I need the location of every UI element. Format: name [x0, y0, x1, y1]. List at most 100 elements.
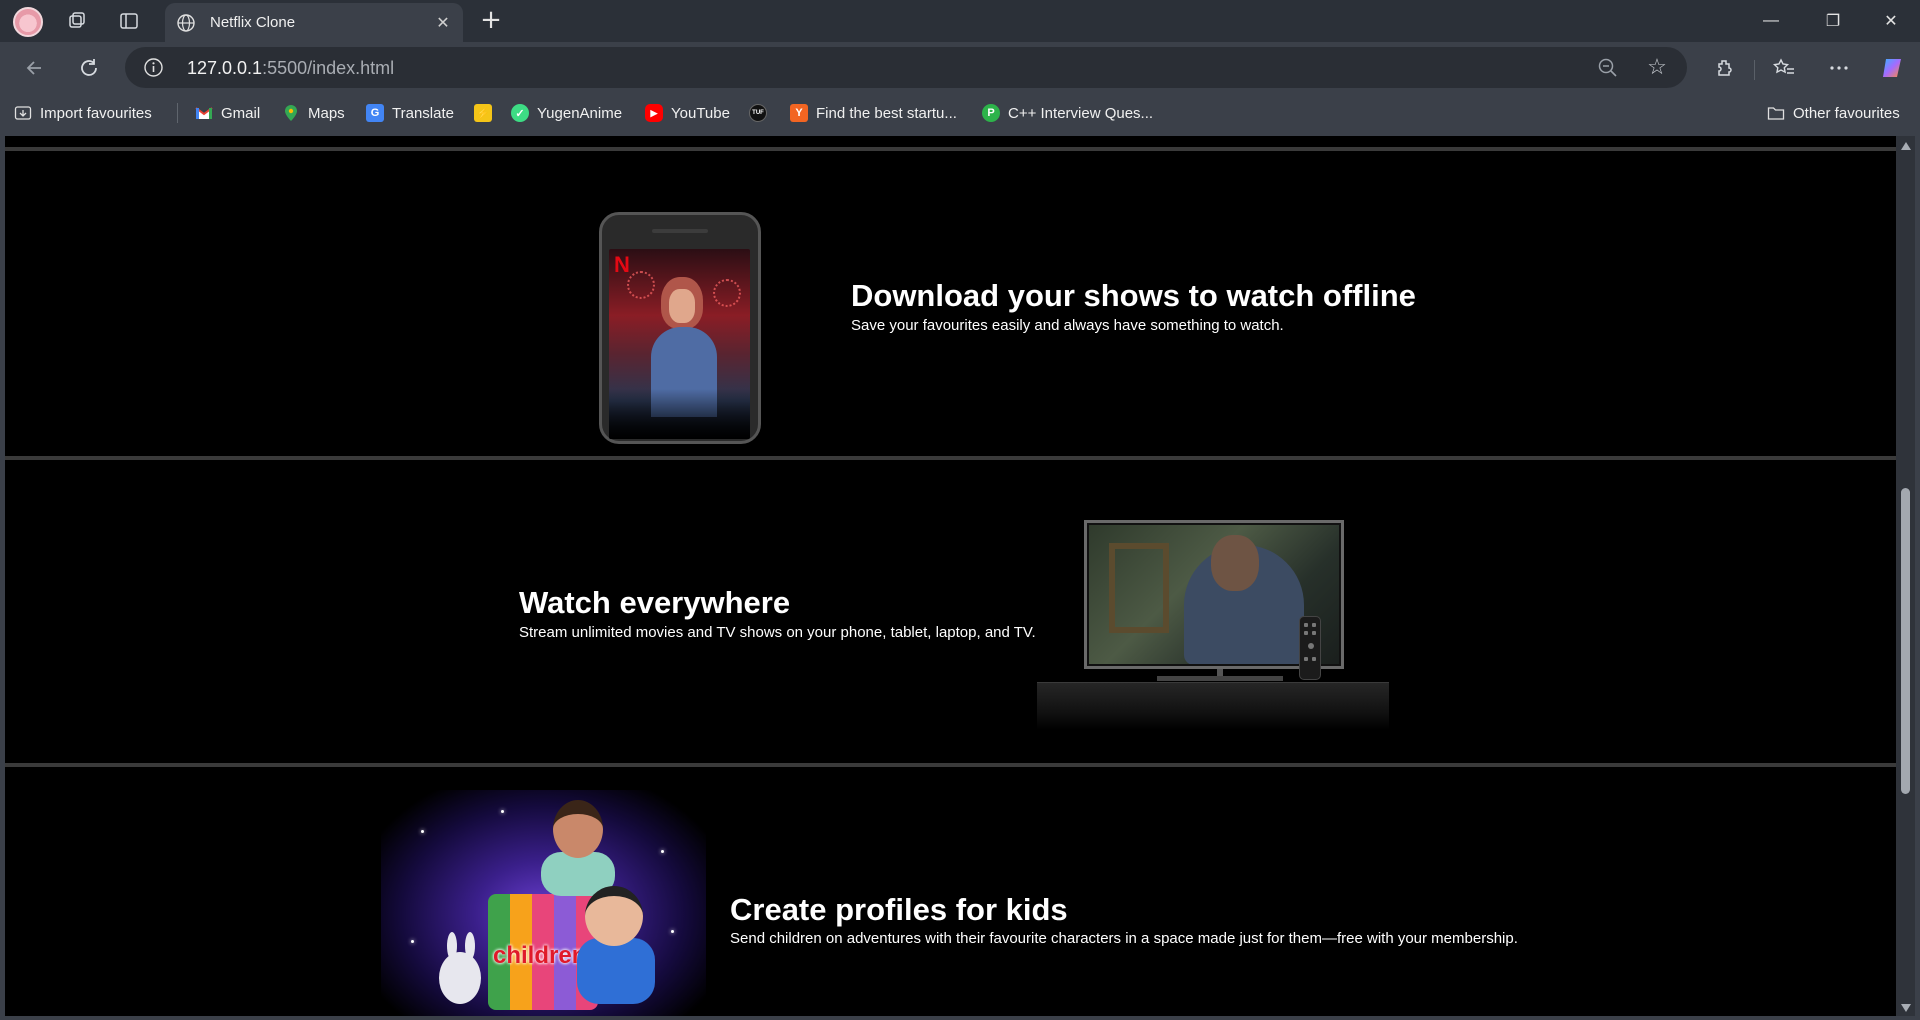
bookmark-label: YouTube	[671, 104, 730, 122]
title-bar: Netflix Clone ✕ + — ❐ ✕	[0, 0, 1920, 42]
globe-icon	[174, 11, 198, 35]
minimize-button[interactable]: —	[1751, 8, 1791, 34]
scroll-down-arrow-icon[interactable]	[1901, 1004, 1911, 1012]
page-viewport: N Download your shows to watch offline S…	[0, 132, 1920, 1020]
kids-image: children	[381, 790, 706, 1016]
feature-title: Create profiles for kids	[730, 892, 1068, 927]
pikachu-icon: ⚡	[474, 104, 492, 122]
extensions-icon[interactable]	[1712, 55, 1738, 81]
phone-image: N	[599, 212, 761, 444]
interview-icon: P	[982, 104, 1000, 122]
workspaces-icon[interactable]	[65, 9, 89, 33]
bookmark-pikachu[interactable]: ⚡	[474, 102, 500, 124]
url-host: 127.0.0.1	[187, 58, 263, 78]
star-decoration	[411, 940, 414, 943]
bookmark-ycombinator[interactable]: Y Find the best startu...	[790, 102, 957, 124]
copilot-icon[interactable]	[1880, 55, 1906, 81]
bunny-character	[439, 952, 481, 1004]
window-close-button[interactable]: ✕	[1871, 8, 1911, 34]
section-divider	[5, 147, 1896, 151]
screen-fade	[609, 389, 750, 439]
vertical-tabs-icon[interactable]	[117, 9, 141, 33]
bookmarks-bar: Import favourites Gmail Maps G Translate…	[0, 94, 1920, 132]
new-tab-button[interactable]: +	[478, 7, 504, 34]
bookmark-youtube[interactable]: ▶ YouTube	[645, 102, 730, 124]
tv-cabinet	[1037, 682, 1389, 730]
feature-text: Stream unlimited movies and TV shows on …	[519, 624, 1036, 641]
url-text[interactable]: 127.0.0.1:5500/index.html	[187, 58, 394, 79]
back-icon[interactable]	[22, 55, 48, 81]
section-divider	[5, 763, 1896, 767]
more-options-icon[interactable]	[1826, 55, 1852, 81]
firework-decoration	[713, 279, 741, 307]
bookmark-gmail[interactable]: Gmail	[195, 102, 260, 124]
feature-title: Watch everywhere	[519, 585, 791, 620]
favourites-list-icon[interactable]	[1771, 55, 1797, 81]
bookmark-label: YugenAnime	[537, 104, 623, 122]
import-icon	[14, 104, 32, 122]
bookmark-yugenanime[interactable]: ✓ YugenAnime	[511, 102, 622, 124]
tuf-icon: TUF	[749, 104, 767, 122]
phone-notch	[652, 229, 708, 233]
bookmark-tuf[interactable]: TUF	[749, 102, 775, 124]
other-favourites[interactable]: Other favourites	[1767, 102, 1900, 124]
bookmark-label: Maps	[308, 104, 345, 122]
profile-avatar[interactable]	[13, 7, 43, 37]
navigation-toolbar: 127.0.0.1:5500/index.html ☆	[0, 42, 1920, 94]
tv-base	[1157, 676, 1283, 681]
star-decoration	[671, 930, 674, 933]
firework-decoration	[627, 271, 655, 299]
favorite-star-icon[interactable]: ☆	[1645, 56, 1669, 80]
tab-title: Netflix Clone	[210, 14, 296, 31]
restore-button[interactable]: ❐	[1813, 8, 1853, 34]
yugenanime-icon: ✓	[511, 104, 529, 122]
scroll-up-arrow-icon[interactable]	[1901, 142, 1911, 150]
bookmark-cpp-interview[interactable]: P C++ Interview Ques...	[982, 102, 1153, 124]
zoom-out-icon[interactable]	[1597, 57, 1619, 79]
feature-title: Download your shows to watch offline	[851, 278, 1416, 313]
toolbar-separator	[1754, 60, 1755, 80]
netflix-page: N Download your shows to watch offline S…	[5, 136, 1896, 1016]
bookmark-translate[interactable]: G Translate	[366, 102, 454, 124]
bookmark-maps[interactable]: Maps	[282, 102, 345, 124]
star-decoration	[501, 810, 504, 813]
children-card-label: children	[493, 942, 587, 969]
address-bar[interactable]: 127.0.0.1:5500/index.html ☆	[125, 47, 1687, 88]
star-decoration	[661, 850, 664, 853]
bookmark-label: Import favourites	[40, 104, 152, 122]
folder-icon	[1767, 104, 1785, 122]
bookmark-label: Gmail	[221, 104, 261, 122]
bookmarks-separator	[177, 103, 178, 123]
translate-icon: G	[366, 104, 384, 122]
scrollbar-thumb[interactable]	[1901, 488, 1910, 794]
site-info-icon[interactable]	[143, 57, 164, 78]
ycombinator-icon: Y	[790, 104, 808, 122]
other-favourites-label: Other favourites	[1793, 104, 1900, 122]
kid-character-head	[553, 800, 603, 858]
tv-image	[1037, 520, 1389, 730]
vertical-scrollbar[interactable]	[1896, 136, 1915, 1016]
feature-text: Send children on adventures with their f…	[730, 930, 1518, 947]
feature-text: Save your favourites easily and always h…	[851, 317, 1284, 334]
bookmark-label: C++ Interview Ques...	[1008, 104, 1154, 122]
kid-character-head	[585, 886, 643, 946]
character-face	[669, 289, 695, 323]
maps-icon	[282, 104, 300, 122]
section-divider	[5, 456, 1896, 460]
netflix-logo: N	[614, 252, 630, 277]
scene-frame	[1109, 543, 1169, 633]
refresh-icon[interactable]	[76, 55, 102, 81]
youtube-icon: ▶	[645, 104, 663, 122]
bookmark-label: Find the best startu...	[816, 104, 957, 122]
phone-screen: N	[609, 249, 750, 439]
star-decoration	[421, 830, 424, 833]
tab-close-icon[interactable]: ✕	[431, 11, 455, 35]
bookmark-import-favourites[interactable]: Import favourites	[14, 102, 152, 124]
tab-netflix-clone[interactable]: Netflix Clone ✕	[165, 3, 463, 42]
bookmark-label: Translate	[392, 104, 454, 122]
scene-character-head	[1211, 535, 1259, 591]
kid-character-body	[577, 938, 655, 1004]
gmail-icon	[195, 104, 213, 122]
url-path: :5500/index.html	[262, 58, 395, 78]
remote-control	[1299, 616, 1321, 680]
